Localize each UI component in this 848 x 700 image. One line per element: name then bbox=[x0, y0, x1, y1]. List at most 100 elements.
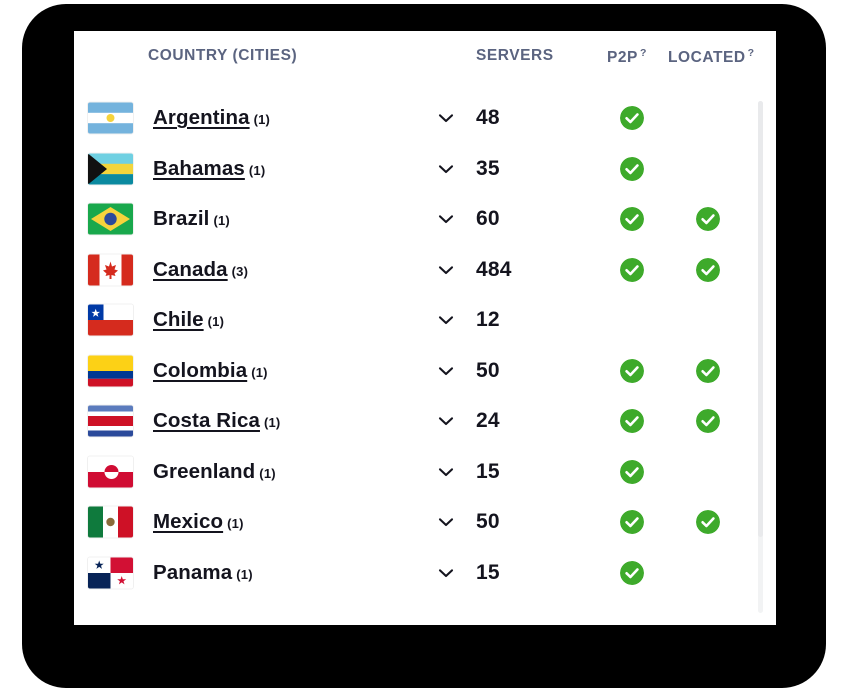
country-name-link[interactable]: Colombia bbox=[153, 359, 247, 382]
check-circle-icon bbox=[696, 207, 720, 232]
country-cell[interactable]: Panama (1) bbox=[153, 561, 253, 585]
country-cell[interactable]: Costa Rica (1) bbox=[153, 409, 280, 433]
server-count-cell: 60 bbox=[476, 207, 500, 231]
p2p-status-cell bbox=[620, 106, 644, 131]
p2p-status-cell bbox=[620, 459, 644, 484]
located-status-cell bbox=[696, 409, 720, 434]
located-status-cell bbox=[696, 561, 720, 585]
country-name-link[interactable]: Greenland bbox=[153, 460, 255, 483]
table-row[interactable]: Colombia (1) 50 bbox=[74, 346, 776, 397]
country-cell[interactable]: Colombia (1) bbox=[153, 359, 268, 383]
chevron-down-icon[interactable] bbox=[438, 164, 454, 174]
country-name-link[interactable]: Costa Rica bbox=[153, 409, 260, 432]
server-list-scroll-area[interactable]: Argentina (1) 48 Bahamas (1) 35 Brazil (1) 60 Can… bbox=[74, 93, 776, 625]
server-count-cell: 15 bbox=[476, 561, 500, 585]
check-circle-icon bbox=[620, 560, 644, 585]
column-header-country[interactable]: COUNTRY (CITIES) bbox=[148, 47, 297, 65]
chevron-down-icon[interactable] bbox=[438, 113, 454, 123]
located-status-cell bbox=[696, 207, 720, 232]
check-circle-icon bbox=[696, 257, 720, 282]
table-row[interactable]: Mexico (1) 50 bbox=[74, 497, 776, 548]
table-row[interactable]: Panama (1) 15 bbox=[74, 548, 776, 599]
column-header-p2p[interactable]: P2P? bbox=[607, 47, 647, 67]
city-count: (1) bbox=[253, 112, 271, 128]
table-row[interactable]: Greenland (1) 15 bbox=[74, 447, 776, 498]
server-count: 12 bbox=[476, 308, 500, 332]
column-header-located[interactable]: LOCATED? bbox=[668, 47, 755, 67]
flag-greenland bbox=[88, 456, 133, 488]
country-name-link[interactable]: Argentina bbox=[153, 106, 250, 129]
server-count-cell: 50 bbox=[476, 510, 500, 534]
server-count-cell: 12 bbox=[476, 308, 500, 332]
flag-costa-rica bbox=[88, 405, 133, 437]
column-header-servers[interactable]: SERVERS bbox=[476, 47, 554, 65]
chevron-down-icon[interactable] bbox=[438, 568, 454, 578]
table-row[interactable]: Costa Rica (1) 24 bbox=[74, 396, 776, 447]
city-count: (1) bbox=[259, 465, 276, 481]
country-cell[interactable]: Greenland (1) bbox=[153, 460, 276, 484]
p2p-status-cell bbox=[620, 510, 644, 535]
chevron-down-icon[interactable] bbox=[438, 265, 454, 275]
country-cell[interactable]: Canada (3) bbox=[153, 258, 248, 282]
p2p-help-icon[interactable]: ? bbox=[640, 47, 647, 59]
table-row[interactable]: Bahamas (1) 35 bbox=[74, 144, 776, 195]
chevron-down-icon[interactable] bbox=[438, 467, 454, 477]
scrollbar-thumb[interactable] bbox=[758, 101, 763, 537]
chevron-down-icon[interactable] bbox=[438, 214, 454, 224]
country-cell[interactable]: Mexico (1) bbox=[153, 510, 244, 534]
server-count-cell: 15 bbox=[476, 460, 500, 484]
city-count: (1) bbox=[248, 162, 266, 178]
column-header-p2p-label: P2P bbox=[607, 49, 638, 67]
chevron-down-icon[interactable] bbox=[438, 517, 454, 527]
chevron-down-icon[interactable] bbox=[438, 315, 454, 325]
chevron-down-icon[interactable] bbox=[438, 416, 454, 426]
country-name-link[interactable]: Brazil bbox=[153, 207, 209, 230]
flag-bahamas bbox=[88, 153, 133, 185]
server-count-cell: 48 bbox=[476, 106, 500, 130]
country-cell[interactable]: Argentina (1) bbox=[153, 106, 270, 130]
p2p-status-cell bbox=[620, 560, 644, 585]
screen: COUNTRY (CITIES) SERVERS P2P? LOCATED? A… bbox=[0, 0, 848, 700]
located-status-cell bbox=[696, 106, 720, 130]
country-name-link[interactable]: Bahamas bbox=[153, 157, 245, 180]
check-circle-icon bbox=[620, 409, 644, 434]
country-cell[interactable]: Bahamas (1) bbox=[153, 157, 265, 181]
country-name-link[interactable]: Panama bbox=[153, 561, 232, 584]
check-circle-icon bbox=[620, 459, 644, 484]
located-help-icon[interactable]: ? bbox=[748, 47, 755, 59]
server-count: 24 bbox=[476, 409, 500, 433]
check-circle-icon bbox=[620, 106, 644, 131]
country-cell[interactable]: Chile (1) bbox=[153, 308, 224, 332]
p2p-status-cell bbox=[620, 257, 644, 282]
located-status-cell bbox=[696, 308, 720, 332]
table-row[interactable]: Canada (3) 484 bbox=[74, 245, 776, 296]
city-count: (1) bbox=[213, 213, 230, 229]
table-row[interactable]: Brazil (1) 60 bbox=[74, 194, 776, 245]
country-name-link[interactable]: Mexico bbox=[153, 510, 223, 533]
p2p-status-cell bbox=[620, 207, 644, 232]
server-count-cell: 35 bbox=[476, 157, 500, 181]
country-name-link[interactable]: Canada bbox=[153, 258, 228, 281]
server-count: 484 bbox=[476, 257, 512, 281]
server-count-cell: 24 bbox=[476, 409, 500, 433]
chevron-down-icon[interactable] bbox=[438, 366, 454, 376]
check-circle-icon bbox=[620, 207, 644, 232]
server-count: 60 bbox=[476, 207, 500, 231]
table-row[interactable]: Chile (1) 12 bbox=[74, 295, 776, 346]
city-count: (1) bbox=[207, 314, 225, 330]
column-header-located-label: LOCATED bbox=[668, 49, 746, 67]
located-status-cell bbox=[696, 257, 720, 282]
country-cell[interactable]: Brazil (1) bbox=[153, 207, 230, 231]
city-count: (1) bbox=[227, 516, 244, 532]
p2p-status-cell bbox=[620, 409, 644, 434]
flag-chile bbox=[88, 304, 133, 336]
table-header: COUNTRY (CITIES) SERVERS P2P? LOCATED? bbox=[74, 31, 776, 93]
scrollbar-track[interactable] bbox=[758, 101, 763, 613]
server-list: Argentina (1) 48 Bahamas (1) 35 Brazil (1) 60 Can… bbox=[74, 93, 776, 598]
country-name-link[interactable]: Chile bbox=[153, 308, 204, 331]
located-status-cell bbox=[696, 157, 720, 181]
table-row[interactable]: Argentina (1) 48 bbox=[74, 93, 776, 144]
server-count: 15 bbox=[476, 560, 500, 584]
flag-colombia bbox=[88, 355, 133, 387]
server-count: 50 bbox=[476, 510, 500, 534]
